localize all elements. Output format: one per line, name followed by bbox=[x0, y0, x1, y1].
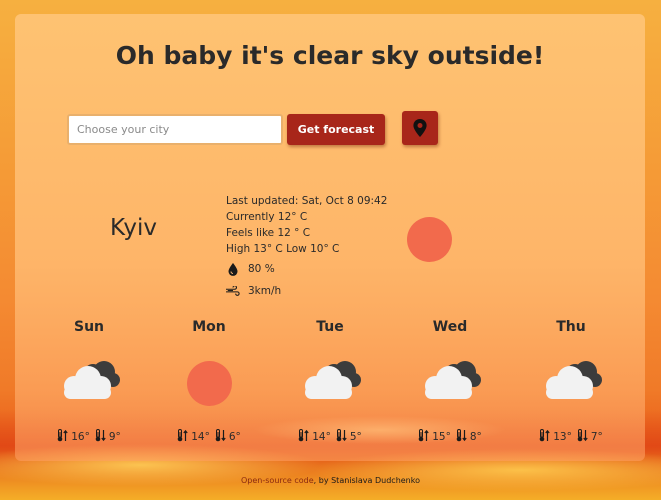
sun-icon bbox=[186, 360, 232, 406]
forecast-icon bbox=[270, 355, 390, 411]
thermometer-up-icon bbox=[418, 429, 430, 445]
thermometer-down-icon bbox=[456, 429, 468, 445]
forecast-max-temp: 14° bbox=[191, 431, 210, 443]
thermometer-up-icon bbox=[177, 429, 189, 445]
thermometer-up-icon bbox=[57, 429, 69, 445]
forecast-day-name: Sun bbox=[73, 319, 105, 335]
sun-icon bbox=[407, 217, 452, 262]
wind-icon bbox=[226, 286, 240, 296]
thermometer-down-icon bbox=[336, 429, 348, 445]
thermometer-up-icon bbox=[539, 429, 551, 445]
last-updated-text: Last updated: Sat, Oct 8 09:42 bbox=[226, 195, 388, 207]
city-search-input[interactable] bbox=[67, 114, 283, 145]
forecast-max-temp: 16° bbox=[71, 431, 90, 443]
forecast-icon bbox=[29, 355, 149, 411]
map-pin-icon bbox=[413, 119, 427, 137]
wind-value: 3km/h bbox=[248, 285, 282, 297]
get-forecast-button[interactable]: Get forecast bbox=[287, 114, 385, 145]
forecast-icon bbox=[390, 355, 510, 411]
current-city-name: Kyiv bbox=[110, 215, 158, 241]
forecast-icon bbox=[149, 355, 269, 411]
forecast-temps: 15° 8° bbox=[390, 429, 510, 445]
forecast-day: Wed 15° 8° bbox=[390, 319, 510, 445]
page-title: Oh baby it's clear sky outside! bbox=[115, 41, 545, 70]
forecast-min-temp: 7° bbox=[590, 431, 603, 443]
weather-card: Oh baby it's clear sky outside! Get fore… bbox=[15, 14, 645, 461]
cloud-icon bbox=[57, 359, 121, 407]
high-low-text: High 13° C Low 10° C bbox=[226, 243, 340, 255]
forecast-day-name: Mon bbox=[192, 319, 226, 335]
current-weather-details: Last updated: Sat, Oct 8 09:42 Currently… bbox=[226, 193, 387, 299]
forecast-day: Sun 16° 9° bbox=[29, 319, 149, 445]
humidity-row: 80 % bbox=[226, 261, 387, 277]
forecast-temps: 16° 9° bbox=[29, 429, 149, 445]
thermometer-down-icon bbox=[95, 429, 107, 445]
forecast-min-temp: 6° bbox=[228, 431, 241, 443]
forecast-min-temp: 9° bbox=[108, 431, 121, 443]
thermometer-down-icon bbox=[215, 429, 227, 445]
footer-author: , by Stanislava Dudchenko bbox=[313, 476, 420, 485]
forecast-max-temp: 14° bbox=[312, 431, 331, 443]
cloud-icon bbox=[298, 359, 362, 407]
forecast-day-name: Tue bbox=[316, 319, 344, 335]
droplet-icon bbox=[226, 262, 240, 276]
cloud-icon bbox=[539, 359, 603, 407]
forecast-day: Tue 14° 5° bbox=[270, 319, 390, 445]
forecast-day: Mon 14° 6° bbox=[149, 319, 269, 445]
current-location-button[interactable] bbox=[402, 111, 438, 145]
forecast-icon bbox=[511, 355, 631, 411]
open-source-link[interactable]: Open-source code bbox=[241, 476, 314, 485]
forecast-min-temp: 8° bbox=[469, 431, 482, 443]
forecast-max-temp: 13° bbox=[553, 431, 572, 443]
feels-like-text: Feels like 12 ° C bbox=[226, 227, 311, 239]
footer: Open-source code, by Stanislava Dudchenk… bbox=[0, 476, 661, 485]
cloud-icon bbox=[418, 359, 482, 407]
wind-row: 3km/h bbox=[226, 283, 387, 299]
forecast-max-temp: 15° bbox=[432, 431, 451, 443]
forecast-day-name: Wed bbox=[432, 319, 468, 335]
forecast-temps: 14° 6° bbox=[149, 429, 269, 445]
forecast-temps: 14° 5° bbox=[270, 429, 390, 445]
forecast-day-name: Thu bbox=[556, 319, 586, 335]
current-temperature-text: Currently 12° C bbox=[226, 211, 308, 223]
humidity-value: 80 % bbox=[248, 263, 275, 275]
thermometer-down-icon bbox=[577, 429, 589, 445]
thermometer-up-icon bbox=[298, 429, 310, 445]
forecast-min-temp: 5° bbox=[349, 431, 362, 443]
forecast-temps: 13° 7° bbox=[511, 429, 631, 445]
forecast-day: Thu 13° 7° bbox=[511, 319, 631, 445]
